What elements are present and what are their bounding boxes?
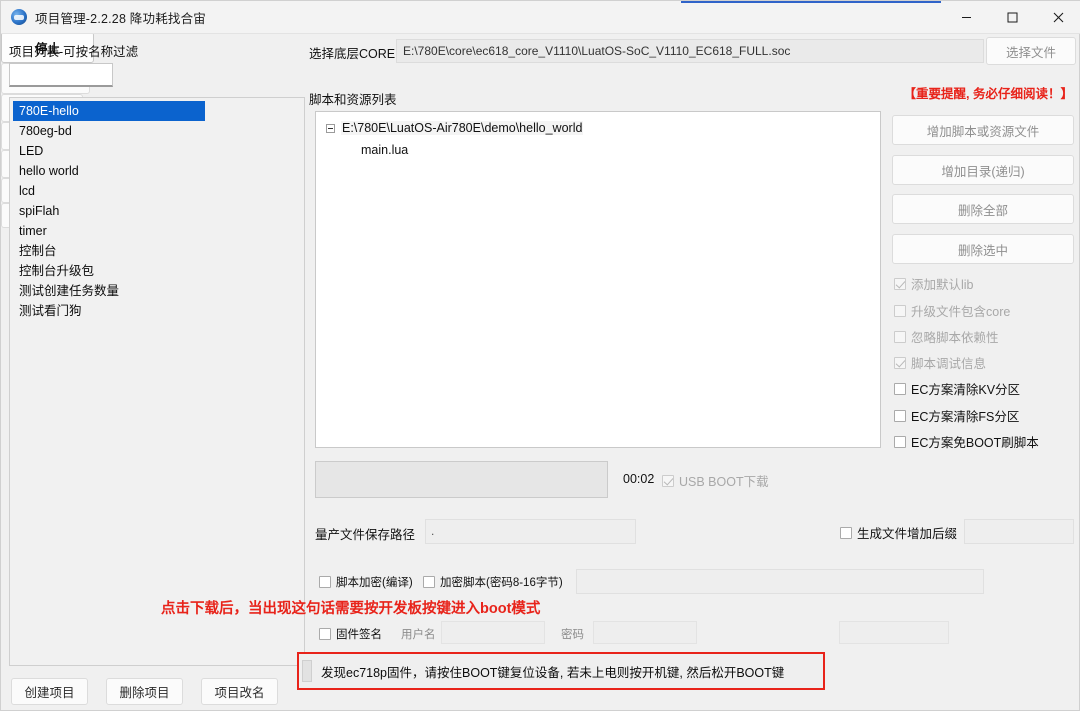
status-drag-handle[interactable] <box>302 660 312 682</box>
usb-boot-label: USB BOOT下载 <box>679 471 769 490</box>
option-ignore-script-dependency[interactable]: 忽略脚本依赖性 <box>894 327 999 346</box>
option-label: 脚本调试信息 <box>911 353 986 372</box>
signature-username-label: 用户名 <box>401 626 436 642</box>
list-item[interactable]: LED <box>10 141 304 161</box>
add-directory-recursive-button[interactable]: 增加目录(递归) <box>892 155 1074 185</box>
option-label: EC方案清除FS分区 <box>911 406 1019 425</box>
firmware-signature-label: 固件签名 <box>336 626 382 642</box>
list-item[interactable]: 控制台升级包 <box>10 261 304 281</box>
list-item[interactable]: lcd <box>10 181 304 201</box>
checkbox-icon[interactable] <box>840 527 852 539</box>
window-title: 项目管理-2.2.28 降功耗找合宙 <box>35 8 206 27</box>
core-label: 选择底层CORE <box>309 43 395 62</box>
signature-password-label: 密码 <box>561 626 584 642</box>
mass-production-path-input[interactable]: . <box>425 519 636 544</box>
window-controls <box>943 1 1080 33</box>
core-path-input[interactable]: E:\780E\core\ec618_core_V1110\LuatOS-SoC… <box>396 39 984 63</box>
status-message-box: 发现ec718p固件，请按住BOOT键复位设备, 若未上电则按开机键, 然后松开… <box>297 652 825 690</box>
option-ec-clear-kv-partition[interactable]: EC方案清除KV分区 <box>894 379 1020 398</box>
create-project-button[interactable]: 创建项目 <box>11 678 88 705</box>
checkbox-icon[interactable] <box>894 331 906 343</box>
tree-root-row[interactable]: E:\780E\LuatOS-Air780E\demo\hello_world <box>326 121 583 135</box>
signature-username-input[interactable] <box>441 621 545 644</box>
checkbox-icon[interactable] <box>894 410 906 422</box>
checkbox-icon[interactable] <box>894 278 906 290</box>
firmware-signature-checkbox-row[interactable]: 固件签名 <box>319 626 382 642</box>
option-script-debug-info[interactable]: 脚本调试信息 <box>894 353 986 372</box>
suffix-checkbox-row[interactable]: 生成文件增加后缀 <box>840 523 957 542</box>
project-list-label: 项目列表-可按名称过滤 <box>9 41 138 60</box>
list-item[interactable]: timer <box>10 221 304 241</box>
list-item[interactable]: 测试创建任务数量 <box>10 281 304 301</box>
option-ec-bootless-flash-script[interactable]: EC方案免BOOT刷脚本 <box>894 432 1039 451</box>
list-item[interactable]: 780E-hello <box>13 101 205 121</box>
option-label: EC方案清除KV分区 <box>911 379 1020 398</box>
boot-mode-annotation: 点击下载后，当出现这句话需要按开发板按键进入boot模式 <box>161 597 540 618</box>
maximize-icon[interactable] <box>989 1 1035 33</box>
signature-password-input[interactable] <box>593 621 697 644</box>
checkbox-icon[interactable] <box>894 357 906 369</box>
checkbox-icon[interactable] <box>894 383 906 395</box>
project-list[interactable]: 780E-hello 780eg-bd LED hello world lcd … <box>9 97 305 666</box>
minimize-icon[interactable] <box>943 1 989 33</box>
important-warning-text: 【重要提醒, 务必仔细阅读！】 <box>904 83 1073 102</box>
rename-project-button[interactable]: 项目改名 <box>201 678 278 705</box>
mass-production-path-label: 量产文件保存路径 <box>315 524 415 543</box>
script-encrypt-checkbox-row[interactable]: 加密脚本(密码8-16字节) <box>423 574 563 590</box>
option-label: EC方案免BOOT刷脚本 <box>911 432 1039 451</box>
signature-key-path-input[interactable] <box>839 621 949 644</box>
option-label: 忽略脚本依赖性 <box>911 327 999 346</box>
option-label: 添加默认lib <box>911 274 974 293</box>
status-message: 发现ec718p固件，请按住BOOT键复位设备, 若未上电则按开机键, 然后松开… <box>321 662 784 681</box>
collapse-toggle-icon[interactable] <box>326 124 335 133</box>
project-list-items: 780E-hello 780eg-bd LED hello world lcd … <box>10 98 304 321</box>
option-upgrade-include-core[interactable]: 升级文件包含core <box>894 301 1010 320</box>
title-accent-line <box>681 1 941 3</box>
delete-all-button[interactable]: 删除全部 <box>892 194 1074 224</box>
tree-root-label: E:\780E\LuatOS-Air780E\demo\hello_world <box>341 121 583 135</box>
close-icon[interactable] <box>1035 1 1080 33</box>
delete-project-button[interactable]: 删除项目 <box>106 678 183 705</box>
checkbox-icon[interactable] <box>894 305 906 317</box>
add-script-or-resource-button[interactable]: 增加脚本或资源文件 <box>892 115 1074 145</box>
title-bar: 项目管理-2.2.28 降功耗找合宙 <box>1 1 1080 34</box>
app-logo-icon <box>11 9 27 25</box>
compile-encrypt-label: 脚本加密(编译) <box>336 574 413 590</box>
option-ec-clear-fs-partition[interactable]: EC方案清除FS分区 <box>894 406 1019 425</box>
encryption-password-input[interactable] <box>576 569 984 594</box>
list-item[interactable]: 测试看门狗 <box>10 301 304 321</box>
script-resource-tree[interactable]: E:\780E\LuatOS-Air780E\demo\hello_world … <box>315 111 881 448</box>
choose-file-button[interactable]: 选择文件 <box>986 37 1076 65</box>
download-timer: 00:02 <box>623 472 654 486</box>
script-section-label: 脚本和资源列表 <box>309 89 397 108</box>
tree-child-item[interactable]: main.lua <box>361 143 408 157</box>
list-item[interactable]: 780eg-bd <box>10 121 304 141</box>
delete-selected-button[interactable]: 删除选中 <box>892 234 1074 264</box>
suffix-label: 生成文件增加后缀 <box>857 523 957 542</box>
encrypt-label: 加密脚本(密码8-16字节) <box>440 574 563 590</box>
application-window: 项目管理-2.2.28 降功耗找合宙 项目列表-可按名称过滤 780E-hell… <box>0 0 1080 711</box>
checkbox-icon[interactable] <box>319 628 331 640</box>
project-filter-input[interactable] <box>9 63 113 87</box>
option-add-default-lib[interactable]: 添加默认lib <box>894 274 974 293</box>
checkbox-icon[interactable] <box>319 576 331 588</box>
list-item[interactable]: 控制台 <box>10 241 304 261</box>
script-compile-encrypt-checkbox-row[interactable]: 脚本加密(编译) <box>319 574 413 590</box>
usb-boot-download-checkbox-row[interactable]: USB BOOT下载 <box>662 471 769 490</box>
checkbox-icon[interactable] <box>662 475 674 487</box>
checkbox-icon[interactable] <box>894 436 906 448</box>
download-progress-bar <box>315 461 608 498</box>
suffix-input[interactable] <box>964 519 1074 544</box>
option-label: 升级文件包含core <box>911 301 1010 320</box>
checkbox-icon[interactable] <box>423 576 435 588</box>
list-item[interactable]: hello world <box>10 161 304 181</box>
list-item[interactable]: spiFlah <box>10 201 304 221</box>
